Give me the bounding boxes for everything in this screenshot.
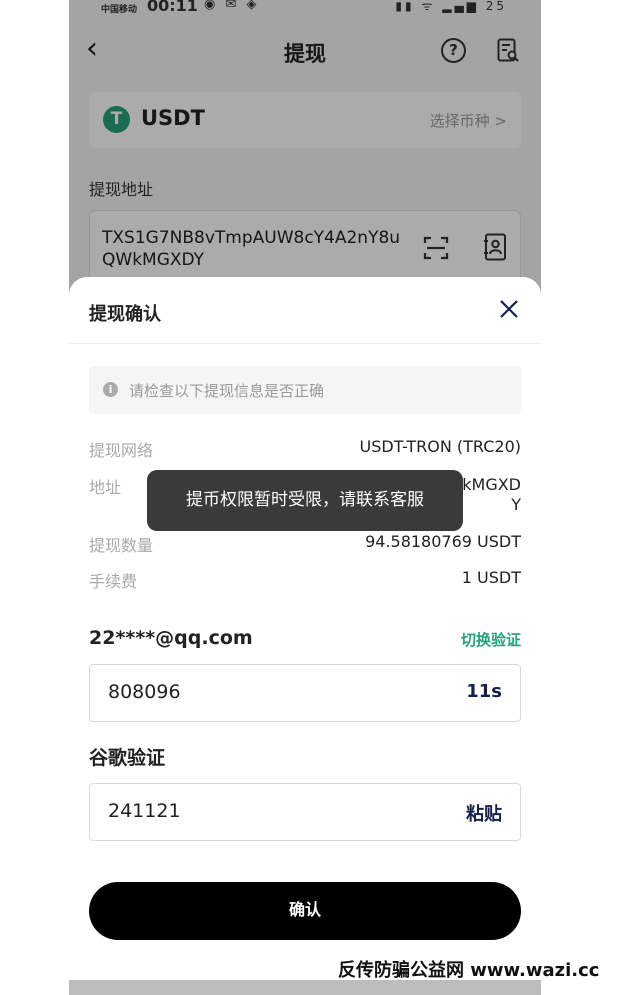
- close-icon[interactable]: [499, 299, 519, 319]
- google-code-value: 241121: [108, 800, 181, 822]
- paste-button[interactable]: 粘贴: [466, 800, 502, 826]
- email-code-input[interactable]: 808096 11s: [89, 664, 521, 722]
- switch-verify-link[interactable]: 切换验证: [461, 629, 521, 650]
- network-label: 提现网络: [89, 441, 154, 460]
- resend-countdown: 11s: [466, 681, 502, 702]
- page: 中国移动 00:11 ◉ ✉ ◈ ▮▮ ᯤ ▂▄▆ 25 ‹ 提现 ? T US…: [0, 0, 641, 995]
- divider: [69, 343, 541, 344]
- address-row-label: 地址: [89, 478, 122, 497]
- amount-value: 94.58180769 USDT: [365, 532, 521, 551]
- google-code-input[interactable]: 241121 粘贴: [89, 783, 521, 841]
- amount-label: 提现数量: [89, 536, 154, 555]
- sheet-title: 提现确认: [89, 304, 161, 325]
- email-label: 22****@qq.com: [89, 627, 253, 649]
- fee-label: 手续费: [89, 572, 138, 591]
- notice-text: 请检查以下提现信息是否正确: [129, 382, 325, 400]
- network-value: USDT-TRON (TRC20): [359, 437, 521, 456]
- confirm-button[interactable]: 确认: [89, 882, 521, 940]
- error-toast: 提币权限暂时受限，请联系客服: [147, 470, 463, 531]
- google-auth-label: 谷歌验证: [89, 747, 166, 769]
- withdraw-confirm-sheet: 提现确认 i 请检查以下提现信息是否正确 提现网络 USDT-TRON (TRC…: [69, 277, 541, 980]
- watermark-text: 反传防骗公益网 www.wazi.cc: [338, 960, 600, 981]
- bottom-strip: [69, 980, 541, 995]
- email-code-value: 808096: [108, 681, 181, 703]
- notice-banner: i 请检查以下提现信息是否正确: [89, 366, 521, 414]
- phone-screen: 中国移动 00:11 ◉ ✉ ◈ ▮▮ ᯤ ▂▄▆ 25 ‹ 提现 ? T US…: [69, 0, 541, 995]
- fee-value: 1 USDT: [461, 568, 521, 587]
- info-icon: i: [103, 382, 118, 397]
